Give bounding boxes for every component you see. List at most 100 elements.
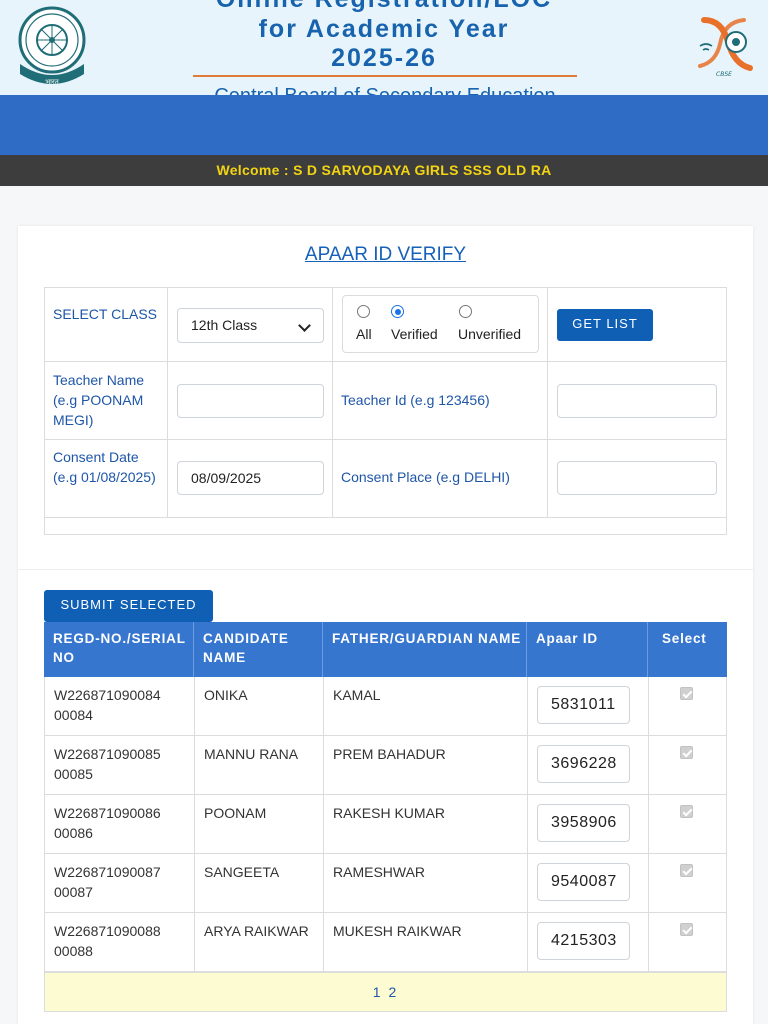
select-checkbox[interactable]	[680, 687, 693, 700]
chevron-down-icon	[298, 319, 311, 332]
table-row: W226871090086 00086 POONAM RAKESH KUMAR 3958…	[44, 795, 727, 854]
right-logo-caption: CBSE	[716, 71, 732, 78]
candidate-name: ARYA RAIKWAR	[194, 913, 323, 972]
select-checkbox[interactable]	[680, 746, 693, 759]
regd-cell: W226871090086 00086	[44, 795, 194, 854]
select-cell	[648, 795, 727, 854]
father-name: RAKESH KUMAR	[323, 795, 527, 854]
radio-unverified-label: Unverified	[458, 326, 522, 342]
candidate-name: SANGEETA	[194, 854, 323, 913]
father-name: RAMESHWAR	[323, 854, 527, 913]
table-row: W226871090085 00085 MANNU RANA PREM BAHADUR…	[44, 736, 727, 795]
header-divider	[193, 75, 577, 77]
candidate-name: MANNU RANA	[194, 736, 323, 795]
page-header: भारत Online Registration/LOC for Academi…	[0, 0, 768, 95]
cbse-digital-logo: CBSE	[698, 17, 753, 78]
radio-all[interactable]	[357, 305, 370, 318]
teacher-id-label-cell: Teacher Id (e.g 123456)	[333, 362, 548, 440]
regd-cell: W226871090087 00087	[44, 854, 194, 913]
apaar-cell: 9540087	[527, 854, 648, 913]
radio-verified-label: Verified	[391, 326, 438, 342]
page-link-1[interactable]: 1	[373, 984, 383, 1000]
select-cell	[648, 736, 727, 795]
apaar-cell: 5831011	[527, 677, 648, 736]
class-select-value: 12th Class	[191, 317, 258, 333]
table-row: W226871090088 00088 ARYA RAIKWAR MUKESH RAI…	[44, 913, 727, 972]
consent-date-label-cell: Consent Date (e.g 01/08/2025)	[45, 440, 168, 518]
regd-no: W226871090086	[54, 805, 161, 821]
regd-no: W226871090088	[54, 923, 161, 939]
page-title-line-1: Online Registration/LOC	[190, 0, 578, 14]
teacher-id-label: Teacher Id (e.g 123456)	[341, 392, 490, 408]
father-name: MUKESH RAIKWAR	[323, 913, 527, 972]
filter-form: SELECT CLASS 12th Class All Verified Unv…	[44, 287, 727, 535]
consent-place-label: Consent Place (e.g DELHI)	[341, 469, 510, 485]
section-divider	[18, 569, 753, 570]
class-select[interactable]: 12th Class	[177, 308, 324, 343]
teacher-name-input[interactable]	[177, 384, 324, 418]
table-row: W226871090084 00084 ONIKA KAMAL 5831011	[44, 677, 727, 736]
apaar-id-input[interactable]: 5831011	[537, 686, 630, 724]
regd-no: W226871090085	[54, 746, 161, 762]
page-title-line-3: 2025-26	[331, 44, 437, 72]
select-class-label: SELECT CLASS	[53, 306, 158, 322]
regd-cell: W226871090088 00088	[44, 913, 194, 972]
apaar-id-input[interactable]: 9540087	[537, 863, 630, 901]
consent-date-input[interactable]: 08/09/2025	[177, 461, 324, 495]
candidate-name: POONAM	[194, 795, 323, 854]
header-regd-no: REGD-NO./SERIAL NO	[44, 622, 194, 677]
apaar-id-input[interactable]: 4215303	[537, 922, 630, 960]
father-name: PREM BAHADUR	[323, 736, 527, 795]
get-list-button[interactable]: GET LIST	[557, 309, 653, 341]
consent-place-input[interactable]	[557, 461, 717, 495]
serial-no: 00085	[54, 766, 93, 782]
pagination: 1 2	[44, 972, 727, 1012]
apaar-cell: 3958906	[527, 795, 648, 854]
header-candidate-name: CANDIDATE NAME	[194, 622, 323, 677]
header-band	[0, 95, 768, 155]
select-checkbox[interactable]	[680, 923, 693, 936]
header-apaar-id: Apaar ID	[527, 622, 648, 677]
consent-place-label-cell: Consent Place (e.g DELHI)	[333, 440, 548, 518]
teacher-id-input[interactable]	[557, 384, 717, 418]
welcome-banner: Welcome : S D SARVODAYA GIRLS SSS OLD RA	[0, 155, 768, 186]
apaar-verify-title: APAAR ID VERIFY	[304, 244, 467, 265]
status-radio-group: All Verified Unverified	[342, 295, 539, 353]
father-name: KAMAL	[323, 677, 527, 736]
teacher-name-label: Teacher Name (e.g POONAM MEGI)	[53, 372, 145, 428]
submit-selected-button[interactable]: SUBMIT SELECTED	[44, 590, 213, 622]
select-cell	[648, 913, 727, 972]
candidate-name: ONIKA	[194, 677, 323, 736]
page-link-2[interactable]: 2	[388, 984, 398, 1000]
select-cell	[648, 677, 727, 736]
apaar-cell: 4215303	[527, 913, 648, 972]
select-checkbox[interactable]	[680, 805, 693, 818]
regd-no: W226871090087	[54, 864, 161, 880]
select-checkbox[interactable]	[680, 864, 693, 877]
teacher-name-label-cell: Teacher Name (e.g POONAM MEGI)	[45, 362, 168, 440]
regd-no: W226871090084	[54, 687, 161, 703]
apaar-id-input[interactable]: 3958906	[537, 804, 630, 842]
page-title-line-2: for Academic Year	[258, 15, 510, 43]
apaar-verify-card: APAAR ID VERIFY SELECT CLASS 12th Class …	[18, 226, 753, 1024]
radio-all-label: All	[356, 326, 372, 342]
regd-cell: W226871090085 00085	[44, 736, 194, 795]
cbse-emblem-logo: भारत	[18, 6, 86, 86]
radio-unverified[interactable]	[459, 305, 472, 318]
serial-no: 00087	[54, 884, 93, 900]
apaar-cell: 3696228	[527, 736, 648, 795]
header-select: Select	[662, 631, 707, 646]
consent-date-label: Consent Date (e.g 01/08/2025)	[53, 449, 156, 485]
serial-no: 00088	[54, 943, 93, 959]
serial-no: 00084	[54, 707, 93, 723]
apaar-id-input[interactable]: 3696228	[537, 745, 630, 783]
regd-cell: W226871090084 00084	[44, 677, 194, 736]
radio-verified[interactable]	[391, 305, 404, 318]
left-logo-caption: भारत	[45, 78, 60, 86]
serial-no: 00086	[54, 825, 93, 841]
board-name: Central Board of Secondary Education	[185, 84, 585, 95]
table-row: W226871090087 00087 SANGEETA RAMESHWAR 95400…	[44, 854, 727, 913]
select-class-label-cell: SELECT CLASS	[45, 288, 168, 362]
table-header: REGD-NO./SERIAL NO CANDIDATE NAME FATHER…	[44, 622, 727, 677]
select-cell	[648, 854, 727, 913]
